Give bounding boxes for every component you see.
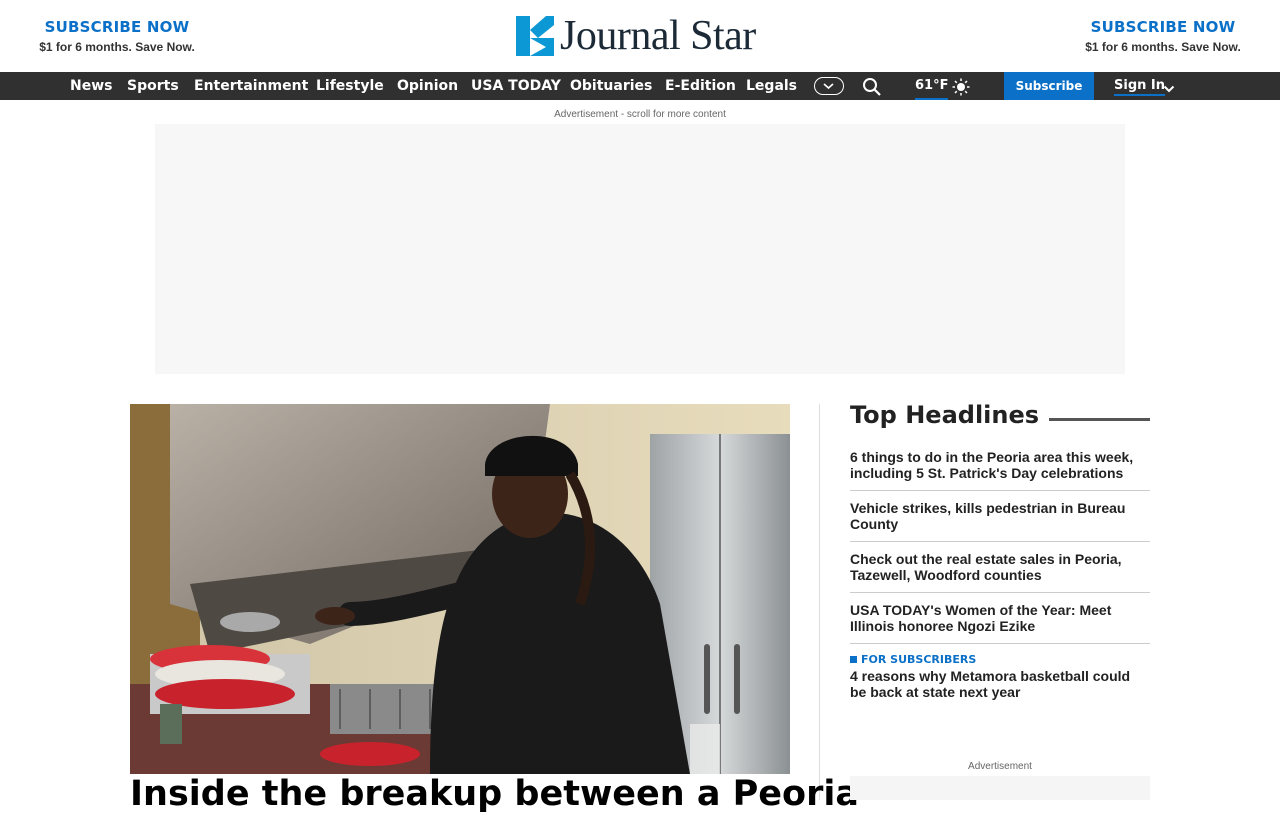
hero-image[interactable]	[130, 404, 790, 774]
hero-headline[interactable]: Inside the breakup between a Peoria	[130, 774, 859, 814]
divider	[850, 643, 1150, 644]
hero-photo-illustration	[130, 404, 790, 774]
ad-slot[interactable]	[155, 124, 1125, 374]
nav-item-obituaries[interactable]: Obituaries	[570, 72, 652, 100]
promo-cta[interactable]: SUBSCRIBE NOW	[0, 18, 237, 36]
logo-mark-icon	[516, 16, 554, 56]
badge-label: FOR SUBSCRIBERS	[861, 653, 977, 666]
logo-wordmark: Journal Star	[560, 13, 756, 59]
search-icon[interactable]	[862, 77, 882, 97]
chevron-down-icon[interactable]	[1163, 81, 1175, 93]
nav-item-sports[interactable]: Sports	[127, 72, 179, 100]
nav-item-e-edition[interactable]: E-Edition	[665, 72, 736, 100]
nav-item-legals[interactable]: Legals	[746, 72, 797, 100]
promo-subtext: $1 for 6 months. Save Now.	[1085, 40, 1241, 54]
headline-link[interactable]: USA TODAY's Women of the Year: Meet Illi…	[850, 602, 1150, 634]
top-headlines-title: Top Headlines	[850, 401, 1050, 429]
sidebar-ad-label: Advertisement	[968, 761, 1032, 772]
promo-subtext: $1 for 6 months. Save Now.	[39, 40, 195, 54]
column-divider	[819, 404, 820, 800]
headline-link[interactable]: 4 reasons why Metamora basketball could …	[850, 668, 1150, 700]
site-logo[interactable]: Journal Star	[516, 14, 756, 58]
promo-cta[interactable]: SUBSCRIBE NOW	[1043, 18, 1280, 36]
headline-link[interactable]: 6 things to do in the Peoria area this w…	[850, 449, 1150, 481]
more-menu-icon[interactable]	[814, 77, 844, 95]
sign-in-label: Sign In	[1114, 78, 1165, 96]
subscribe-promo-right[interactable]: SUBSCRIBE NOW $1 for 6 months. Save Now.	[1043, 18, 1280, 54]
subscriber-square-icon	[850, 655, 857, 663]
sun-icon[interactable]	[952, 78, 970, 96]
nav-item-news[interactable]: News	[70, 72, 112, 100]
headline-link[interactable]: Vehicle strikes, kills pedestrian in Bur…	[850, 500, 1150, 532]
subscribe-button[interactable]: Subscribe	[1004, 72, 1094, 100]
divider	[850, 592, 1150, 593]
nav-item-lifestyle[interactable]: Lifestyle	[316, 72, 384, 100]
sidebar-ad-slot[interactable]	[850, 776, 1150, 800]
for-subscribers-badge: FOR SUBSCRIBERS	[850, 654, 976, 666]
nav-item-entertainment[interactable]: Entertainment	[194, 72, 308, 100]
sign-in-button[interactable]: Sign In	[1114, 72, 1165, 100]
divider	[850, 541, 1150, 542]
nav-item-opinion[interactable]: Opinion	[397, 72, 458, 100]
divider	[850, 490, 1150, 491]
nav-item-usa-today[interactable]: USA TODAY	[471, 72, 561, 100]
ad-label: Advertisement - scroll for more content	[554, 109, 726, 120]
subscribe-promo-left[interactable]: SUBSCRIBE NOW $1 for 6 months. Save Now.	[0, 18, 237, 54]
brand-bar: SUBSCRIBE NOW $1 for 6 months. Save Now.…	[0, 0, 1280, 72]
headline-link[interactable]: Check out the real estate sales in Peori…	[850, 551, 1150, 583]
weather-temp[interactable]: 61°F	[915, 72, 949, 100]
